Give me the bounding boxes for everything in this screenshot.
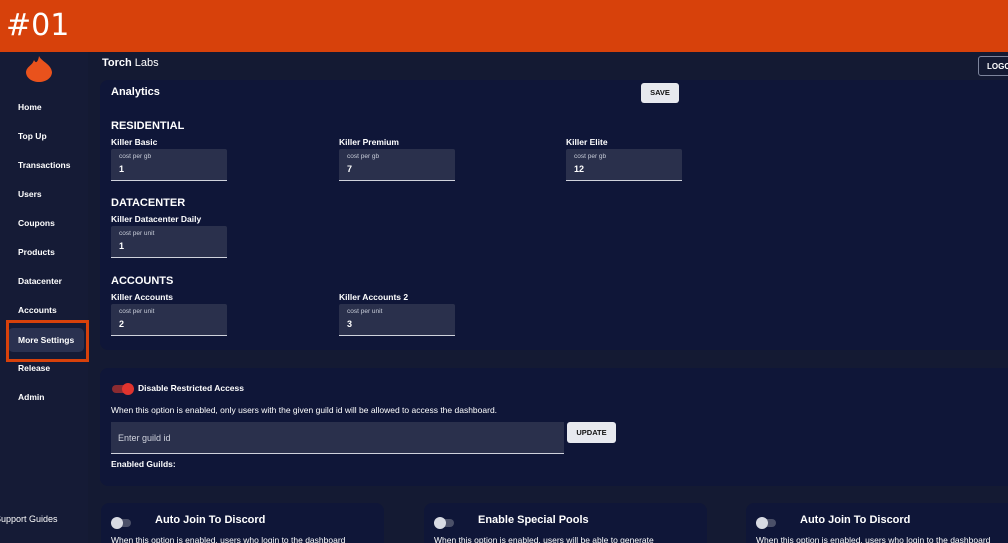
guild-id-input[interactable] [111, 422, 564, 454]
cost-field-killer-premium[interactable]: cost per gb 7 [339, 149, 455, 181]
cost-field-killer-accounts-2[interactable]: cost per unit 3 [339, 304, 455, 336]
product-name: Killer Premium [339, 137, 399, 147]
sidebar-item-users[interactable]: Users [8, 182, 84, 206]
cost-field-killer-accounts[interactable]: cost per unit 2 [111, 304, 227, 336]
step-number: #01 [6, 8, 70, 43]
auto-join-discord-toggle[interactable] [111, 517, 133, 529]
cost-field-killer-datacenter-daily[interactable]: cost per unit 1 [111, 226, 227, 258]
brand-name: Torch Labs [102, 57, 159, 69]
sidebar-item-support-guides[interactable]: Support Guides [0, 514, 58, 524]
option-description: When this option is enabled, users will … [434, 535, 654, 543]
residential-heading: RESIDENTIAL [111, 120, 185, 132]
product-name: Killer Accounts [111, 292, 174, 302]
update-button[interactable]: UPDATE [567, 422, 616, 443]
sidebar-item-home[interactable]: Home [8, 95, 84, 119]
sidebar-item-top-up[interactable]: Top Up [8, 124, 84, 148]
sidebar-item-products[interactable]: Products [8, 240, 84, 264]
product-name: Killer Accounts 2 [339, 292, 409, 302]
logout-button[interactable]: LOGOUT [978, 56, 1008, 76]
option-card: Auto Join To Discord When this option is… [746, 503, 1008, 543]
sidebar-item-datacenter[interactable]: Datacenter [8, 269, 84, 293]
save-button[interactable]: SAVE [641, 83, 679, 103]
active-item-highlight [6, 320, 89, 362]
product-name: Killer Elite [566, 137, 608, 147]
option-description: When this option is enabled, users who l… [756, 535, 991, 543]
sidebar-item-accounts[interactable]: Accounts [8, 298, 84, 322]
option-title: Auto Join To Discord [800, 514, 911, 526]
restricted-access-description: When this option is enabled, only users … [111, 405, 498, 415]
option-card: Auto Join To Discord When this option is… [101, 503, 384, 543]
enabled-guilds-label: Enabled Guilds: [111, 459, 176, 469]
sidebar: Home Top Up Transactions Users Coupons P… [0, 52, 89, 543]
restricted-access-card: Disable Restricted Access When this opti… [100, 368, 1008, 486]
sidebar-item-transactions[interactable]: Transactions [8, 153, 84, 177]
analytics-card: Analytics SAVE RESIDENTIAL Killer Basic … [100, 80, 1008, 350]
restricted-access-label: Disable Restricted Access [138, 383, 244, 393]
accounts-heading: ACCOUNTS [111, 275, 174, 287]
product-name: Killer Datacenter Daily [111, 214, 202, 224]
flame-logo-icon[interactable] [24, 56, 54, 82]
option-description: When this option is enabled, users who l… [111, 535, 346, 543]
product-name: Killer Basic [111, 137, 158, 147]
cost-field-killer-basic[interactable]: cost per gb 1 [111, 149, 227, 181]
sidebar-item-coupons[interactable]: Coupons [8, 211, 84, 235]
auto-join-discord-toggle-2[interactable] [756, 517, 778, 529]
analytics-title: Analytics [111, 86, 160, 98]
top-bar: Torch Labs LOGOUT [88, 52, 1008, 80]
option-title: Enable Special Pools [478, 514, 589, 526]
restricted-access-toggle[interactable] [112, 383, 134, 395]
cost-field-killer-elite[interactable]: cost per gb 12 [566, 149, 682, 181]
datacenter-heading: DATACENTER [111, 197, 186, 209]
special-pools-toggle[interactable] [434, 517, 456, 529]
step-banner: #01 [0, 0, 1008, 52]
sidebar-item-admin[interactable]: Admin [8, 385, 84, 409]
option-card: Enable Special Pools When this option is… [424, 503, 707, 543]
option-title: Auto Join To Discord [155, 514, 266, 526]
